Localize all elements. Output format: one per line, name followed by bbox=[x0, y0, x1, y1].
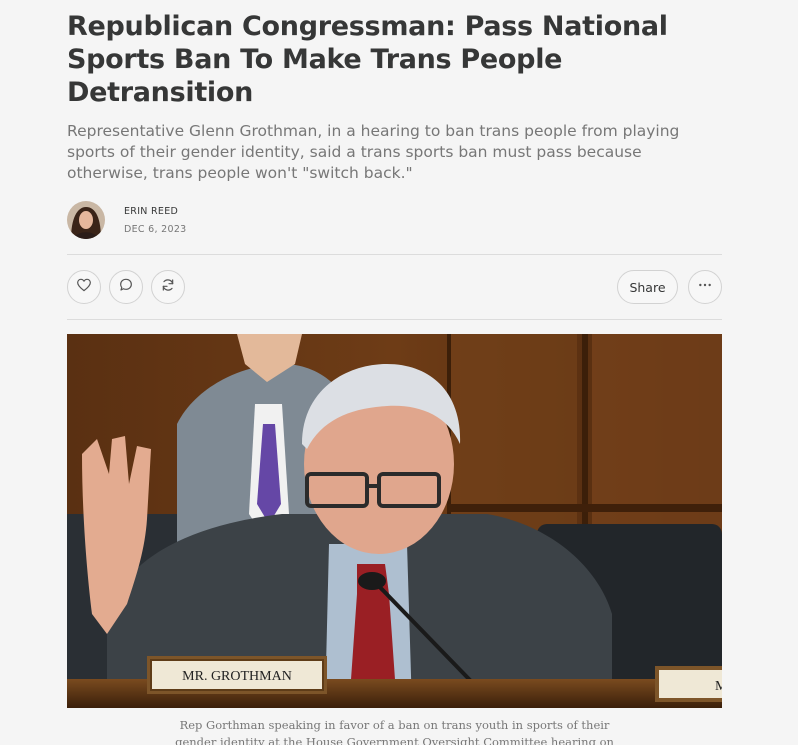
post-date: DEC 6, 2023 bbox=[124, 223, 187, 235]
comment-icon bbox=[118, 277, 134, 298]
nameplate-edge-text: M bbox=[715, 679, 722, 694]
author-name[interactable]: ERIN REED bbox=[124, 206, 187, 217]
more-icon bbox=[697, 277, 713, 298]
comment-button[interactable] bbox=[109, 270, 143, 304]
nameplate-text: MR. GROTHMAN bbox=[182, 669, 292, 684]
hero-caption: Rep Gorthman speaking in favor of a ban … bbox=[175, 718, 614, 745]
byline: ERIN REED DEC 6, 2023 bbox=[67, 201, 722, 239]
like-button[interactable] bbox=[67, 270, 101, 304]
post-actions: Share bbox=[67, 255, 722, 319]
hero-image[interactable]: MR. GROTHMAN M bbox=[67, 334, 722, 708]
restack-button[interactable] bbox=[151, 270, 185, 304]
share-button[interactable]: Share bbox=[617, 270, 678, 304]
post-title: Republican Congressman: Pass National Sp… bbox=[67, 11, 668, 108]
more-button[interactable] bbox=[688, 270, 722, 304]
heart-icon bbox=[76, 277, 92, 298]
post-subtitle: Representative Glenn Grothman, in a hear… bbox=[67, 122, 680, 182]
post-container: Republican Congressman: Pass National Sp… bbox=[67, 0, 722, 745]
divider-bottom bbox=[67, 319, 722, 320]
byline-text: ERIN REED DEC 6, 2023 bbox=[124, 206, 187, 235]
author-avatar[interactable] bbox=[67, 201, 105, 239]
restack-icon bbox=[160, 277, 176, 298]
